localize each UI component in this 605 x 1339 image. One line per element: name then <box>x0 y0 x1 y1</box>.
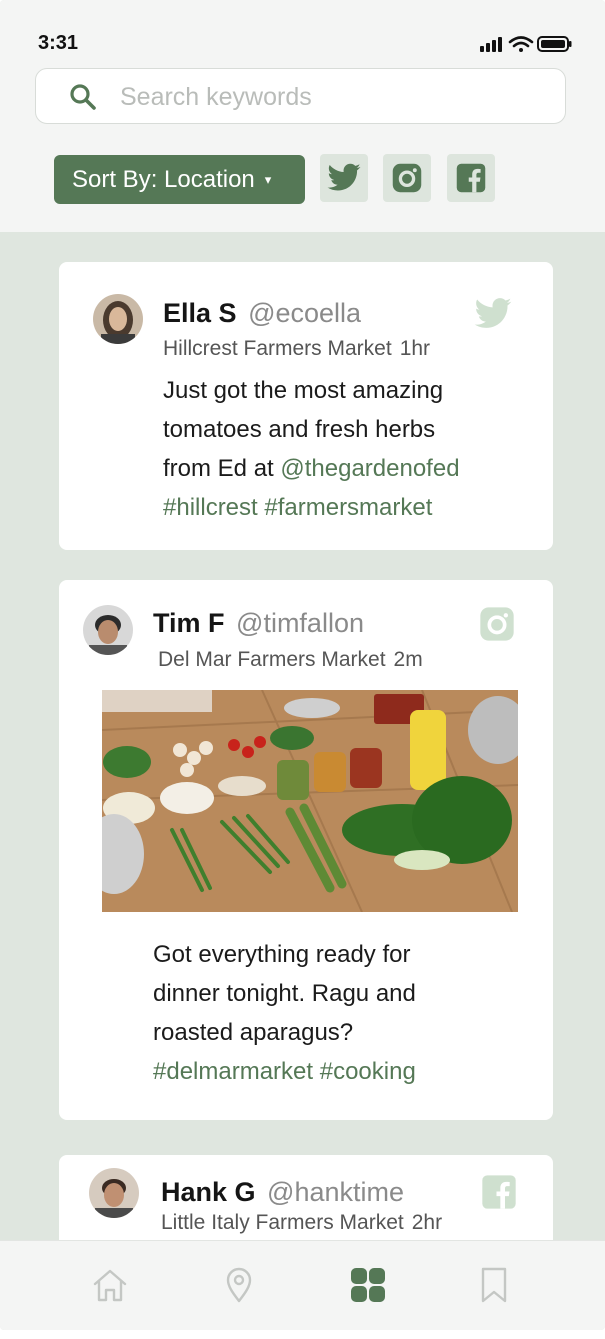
phone-screen: 3:31 Search keywords Sort By: Location ▾… <box>0 0 605 1330</box>
post-text: Got everything ready for dinner tonight.… <box>153 935 533 1091</box>
avatar[interactable] <box>89 1168 139 1218</box>
hashtags[interactable]: #delmarmarket #cooking <box>153 1052 533 1091</box>
post-card[interactable]: Ella S @ecoella Hillcrest Farmers Market… <box>59 262 553 550</box>
status-time: 3:31 <box>38 32 79 54</box>
sort-by-label: Sort By: Location <box>72 165 255 193</box>
facebook-icon <box>482 1175 516 1209</box>
chevron-down-icon: ▾ <box>264 171 272 187</box>
nav-bookmark[interactable] <box>474 1265 514 1305</box>
mention-link[interactable]: @thegardenofed <box>280 455 459 482</box>
author-handle[interactable]: @ecoella <box>248 298 361 328</box>
battery-icon <box>537 36 572 52</box>
bottom-nav <box>0 1240 605 1330</box>
wifi-icon <box>508 36 534 52</box>
market-name: Del Mar Farmers Market <box>158 648 386 671</box>
header: 3:31 Search keywords Sort By: Location ▾ <box>0 0 605 232</box>
search-bar[interactable] <box>35 68 566 124</box>
post-card[interactable]: Tim F @timfallon Del Mar Farmers Market 2… <box>59 580 553 1120</box>
post-text-line: Just got the most amazing <box>163 377 444 404</box>
nav-grid[interactable] <box>348 1265 388 1305</box>
location-pin-icon <box>226 1267 252 1303</box>
post-text-line: dinner tonight. Ragu and <box>153 980 416 1007</box>
home-icon <box>93 1269 127 1302</box>
market-name: Hillcrest Farmers Market <box>163 337 392 360</box>
nav-location[interactable] <box>219 1265 259 1305</box>
avatar[interactable] <box>93 294 143 344</box>
facebook-icon <box>456 163 486 193</box>
post-time: 2m <box>393 648 423 671</box>
post-text: Just got the most amazing tomatoes and f… <box>163 371 533 527</box>
post-time: 2hr <box>411 1211 443 1234</box>
hashtags[interactable]: #hillcrest #farmersmarket <box>163 488 533 527</box>
author-name[interactable]: Tim F <box>153 608 225 638</box>
post-text-line: roasted aparagus? <box>153 1019 354 1046</box>
filter-twitter-button[interactable] <box>320 154 368 202</box>
author-name[interactable]: Hank G <box>161 1177 256 1207</box>
post-text-line: Got everything ready for <box>153 941 411 968</box>
post-text-line: from Ed at <box>163 455 281 482</box>
bookmark-icon <box>481 1267 507 1303</box>
instagram-icon <box>392 163 422 193</box>
twitter-icon <box>474 298 512 328</box>
signal-icon <box>480 37 502 52</box>
market-name: Little Italy Farmers Market <box>161 1211 404 1234</box>
instagram-icon <box>480 607 514 641</box>
post-text-line: tomatoes and fresh herbs <box>163 416 436 443</box>
author-handle[interactable]: @hanktime <box>267 1177 404 1207</box>
post-photo[interactable] <box>102 690 518 912</box>
status-icons <box>478 34 572 54</box>
search-input[interactable] <box>120 79 540 115</box>
author-name[interactable]: Ella S <box>163 298 237 328</box>
post-time: 1hr <box>399 337 431 360</box>
twitter-icon <box>327 163 361 191</box>
author-handle[interactable]: @timfallon <box>236 608 364 638</box>
grid-icon <box>351 1268 385 1302</box>
filter-instagram-button[interactable] <box>383 154 431 202</box>
sort-by-button[interactable]: Sort By: Location ▾ <box>54 155 305 204</box>
search-icon <box>70 84 96 110</box>
avatar[interactable] <box>83 605 133 655</box>
filter-facebook-button[interactable] <box>447 154 495 202</box>
nav-home[interactable] <box>90 1265 130 1305</box>
